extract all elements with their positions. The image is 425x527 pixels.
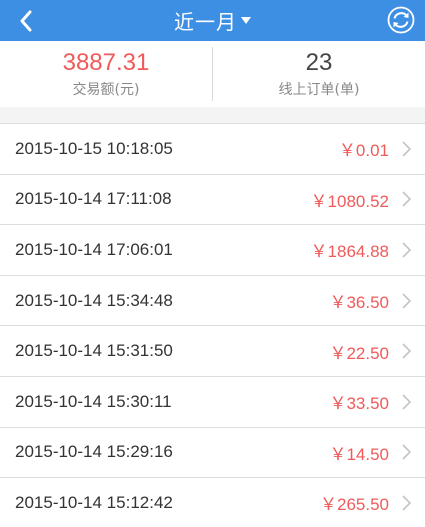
period-selector[interactable]: 近一月 bbox=[174, 6, 251, 35]
order-list: 2015-10-15 10:18:05 ￥0.01 2015-10-14 17:… bbox=[0, 123, 425, 527]
chevron-right-icon bbox=[402, 293, 411, 309]
page-title: 近一月 bbox=[174, 10, 237, 34]
order-amount: ￥22.50 bbox=[329, 343, 389, 363]
online-orders-label: 线上订单(单) bbox=[278, 82, 360, 98]
order-row[interactable]: 2015-10-15 10:18:05 ￥0.01 bbox=[0, 124, 425, 175]
transaction-amount-summary: 3887.31 交易额(元) bbox=[0, 41, 212, 107]
order-row[interactable]: 2015-10-14 17:06:01 ￥1864.88 bbox=[0, 225, 425, 276]
order-time: 2015-10-14 15:30:11 bbox=[15, 391, 172, 411]
summary-panel: 3887.31 交易额(元) 23 线上订单(单) bbox=[0, 41, 425, 107]
order-amount: ￥1864.88 bbox=[310, 242, 389, 262]
refresh-button[interactable] bbox=[383, 2, 419, 38]
order-amount: ￥265.50 bbox=[320, 495, 389, 515]
order-time: 2015-10-14 15:34:48 bbox=[15, 290, 173, 310]
online-orders-summary: 23 线上订单(单) bbox=[213, 41, 425, 107]
chevron-right-icon bbox=[402, 191, 411, 207]
order-time: 2015-10-14 15:29:16 bbox=[15, 442, 173, 462]
chevron-right-icon bbox=[402, 141, 411, 157]
order-time: 2015-10-14 17:06:01 bbox=[15, 239, 173, 259]
order-amount: ￥14.50 bbox=[329, 444, 389, 464]
chevron-right-icon bbox=[402, 394, 411, 410]
order-amount: ￥33.50 bbox=[329, 394, 389, 414]
refresh-icon bbox=[387, 6, 415, 34]
transaction-amount-value: 3887.31 bbox=[62, 49, 150, 76]
order-amount: ￥1080.52 bbox=[310, 191, 389, 211]
order-row[interactable]: 2015-10-14 15:12:42 ￥265.50 bbox=[0, 478, 425, 527]
online-orders-count: 23 bbox=[305, 49, 333, 76]
order-time: 2015-10-14 15:12:42 bbox=[15, 492, 173, 512]
order-time: 2015-10-15 10:18:05 bbox=[15, 138, 173, 158]
chevron-right-icon bbox=[402, 495, 411, 511]
order-row[interactable]: 2015-10-14 15:31:50 ￥22.50 bbox=[0, 326, 425, 377]
transaction-amount-label: 交易额(元) bbox=[72, 82, 140, 98]
order-row[interactable]: 2015-10-14 15:34:48 ￥36.50 bbox=[0, 275, 425, 327]
order-amount: ￥36.50 bbox=[329, 293, 389, 313]
caret-down-icon bbox=[241, 16, 251, 24]
title-container: 近一月 bbox=[0, 0, 425, 41]
chevron-right-icon bbox=[402, 444, 411, 460]
order-time: 2015-10-14 17:11:08 bbox=[15, 189, 172, 209]
chevron-right-icon bbox=[402, 343, 411, 359]
order-time: 2015-10-14 15:31:50 bbox=[15, 341, 173, 361]
order-row[interactable]: 2015-10-14 15:30:11 ￥33.50 bbox=[0, 376, 425, 428]
chevron-left-icon bbox=[20, 10, 32, 31]
chevron-right-icon bbox=[402, 242, 411, 258]
back-button[interactable] bbox=[6, 0, 46, 41]
order-row[interactable]: 2015-10-14 15:29:16 ￥14.50 bbox=[0, 427, 425, 479]
order-row[interactable]: 2015-10-14 17:11:08 ￥1080.52 bbox=[0, 174, 425, 226]
order-amount: ￥0.01 bbox=[338, 141, 389, 161]
top-navigation-bar: 近一月 bbox=[0, 0, 425, 41]
